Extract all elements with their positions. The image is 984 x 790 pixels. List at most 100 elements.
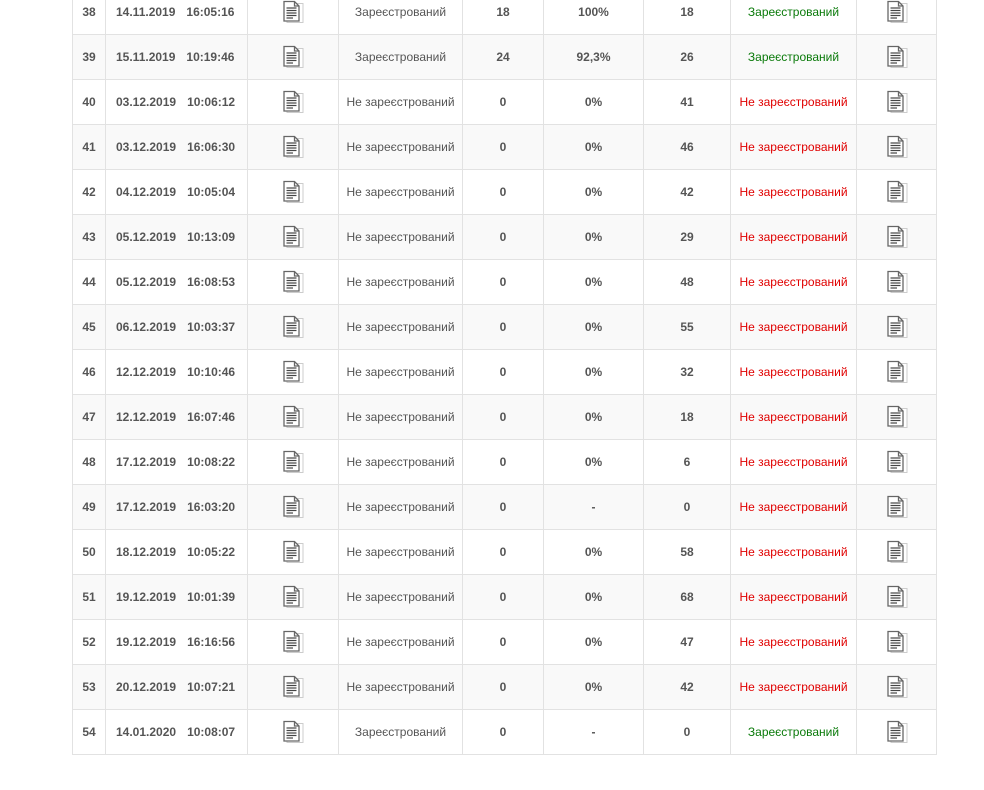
row-time: 10:07:21 — [187, 680, 236, 694]
document-icon[interactable] — [281, 540, 305, 564]
row-time: 10:10:46 — [187, 365, 236, 379]
document-icon[interactable] — [281, 315, 305, 339]
document-icon[interactable] — [885, 0, 909, 24]
document-icon[interactable] — [281, 180, 305, 204]
row-result-status: Не зареєстрований — [730, 574, 857, 620]
row-datetime-cell: 03.12.2019 16:06:30 — [105, 124, 248, 170]
row-date: 17.12.2019 — [116, 500, 177, 514]
row-percent: 0% — [543, 124, 644, 170]
document-icon[interactable] — [281, 585, 305, 609]
row-count: 0 — [462, 79, 544, 125]
row-document-cell — [247, 439, 339, 485]
row-number: 39 — [72, 34, 106, 80]
row-total: 32 — [643, 349, 731, 395]
row-time: 16:06:30 — [187, 140, 236, 154]
document-icon[interactable] — [281, 0, 305, 24]
row-status: Не зареєстрований — [338, 574, 463, 620]
document-icon[interactable] — [281, 405, 305, 429]
row-number: 50 — [72, 529, 106, 575]
table-row: 38 14.11.2019 16:05:16 Зареєстрований 18 … — [72, 0, 937, 35]
row-datetime-cell: 04.12.2019 10:05:04 — [105, 169, 248, 215]
table-row: 46 12.12.2019 10:10:46 Не зареєстрований … — [72, 349, 937, 395]
row-date: 14.01.2020 — [116, 725, 177, 739]
document-icon[interactable] — [885, 135, 909, 159]
row-document-cell — [247, 124, 339, 170]
row-document-cell — [247, 394, 339, 440]
row-date: 15.11.2019 — [116, 50, 176, 64]
row-total: 46 — [643, 124, 731, 170]
row-datetime-cell: 14.01.2020 10:08:07 — [105, 709, 248, 755]
row-percent: 92,3% — [543, 34, 644, 80]
row-percent: 0% — [543, 304, 644, 350]
document-icon[interactable] — [281, 495, 305, 519]
row-count: 0 — [462, 259, 544, 305]
document-icon[interactable] — [885, 360, 909, 384]
row-report-cell — [856, 214, 937, 260]
row-result-status: Не зареєстрований — [730, 79, 857, 125]
row-report-cell — [856, 0, 937, 35]
document-icon[interactable] — [281, 675, 305, 699]
row-date: 14.11.2019 — [116, 5, 176, 19]
row-datetime-cell: 19.12.2019 10:01:39 — [105, 574, 248, 620]
row-document-cell — [247, 709, 339, 755]
row-status: Не зареєстрований — [338, 529, 463, 575]
row-count: 0 — [462, 439, 544, 485]
row-status: Не зареєстрований — [338, 664, 463, 710]
document-icon[interactable] — [281, 135, 305, 159]
document-icon[interactable] — [281, 90, 305, 114]
document-icon[interactable] — [885, 45, 909, 69]
row-result-status: Не зареєстрований — [730, 124, 857, 170]
row-count: 0 — [462, 349, 544, 395]
document-icon[interactable] — [281, 270, 305, 294]
results-table-container: 38 14.11.2019 16:05:16 Зареєстрований 18 … — [72, 0, 937, 755]
document-icon[interactable] — [885, 720, 909, 744]
table-row: 54 14.01.2020 10:08:07 Зареєстрований 0 - — [72, 709, 937, 755]
row-percent: 0% — [543, 439, 644, 485]
row-document-cell — [247, 664, 339, 710]
row-time: 10:08:22 — [187, 455, 236, 469]
row-total: 42 — [643, 169, 731, 215]
row-date: 06.12.2019 — [116, 320, 177, 334]
row-percent: 0% — [543, 259, 644, 305]
document-icon[interactable] — [281, 225, 305, 249]
row-result-status: Зареєстрований — [730, 34, 857, 80]
document-icon[interactable] — [885, 495, 909, 519]
row-number: 41 — [72, 124, 106, 170]
document-icon[interactable] — [885, 90, 909, 114]
row-number: 53 — [72, 664, 106, 710]
document-icon[interactable] — [885, 225, 909, 249]
results-table: 38 14.11.2019 16:05:16 Зареєстрований 18 … — [72, 0, 937, 755]
row-total: 48 — [643, 259, 731, 305]
row-date: 18.12.2019 — [116, 545, 177, 559]
row-total: 47 — [643, 619, 731, 665]
document-icon[interactable] — [885, 585, 909, 609]
row-time: 10:05:04 — [187, 185, 236, 199]
document-icon[interactable] — [885, 405, 909, 429]
row-document-cell — [247, 484, 339, 530]
row-result-status: Не зареєстрований — [730, 304, 857, 350]
row-document-cell — [247, 349, 339, 395]
document-icon[interactable] — [885, 675, 909, 699]
row-datetime-cell: 12.12.2019 10:10:46 — [105, 349, 248, 395]
row-status: Не зареєстрований — [338, 169, 463, 215]
document-icon[interactable] — [885, 450, 909, 474]
row-total: 29 — [643, 214, 731, 260]
document-icon[interactable] — [281, 450, 305, 474]
row-report-cell — [856, 574, 937, 620]
document-icon[interactable] — [885, 315, 909, 339]
table-row: 47 12.12.2019 16:07:46 Не зареєстрований … — [72, 394, 937, 440]
document-icon[interactable] — [281, 360, 305, 384]
row-total: 18 — [643, 394, 731, 440]
document-icon[interactable] — [281, 45, 305, 69]
document-icon[interactable] — [885, 630, 909, 654]
document-icon[interactable] — [281, 630, 305, 654]
document-icon[interactable] — [885, 270, 909, 294]
row-result-status: Не зареєстрований — [730, 619, 857, 665]
document-icon[interactable] — [885, 540, 909, 564]
row-number: 47 — [72, 394, 106, 440]
row-datetime-cell: 06.12.2019 10:03:37 — [105, 304, 248, 350]
document-icon[interactable] — [885, 180, 909, 204]
row-total: 58 — [643, 529, 731, 575]
row-datetime-cell: 05.12.2019 16:08:53 — [105, 259, 248, 305]
document-icon[interactable] — [281, 720, 305, 744]
